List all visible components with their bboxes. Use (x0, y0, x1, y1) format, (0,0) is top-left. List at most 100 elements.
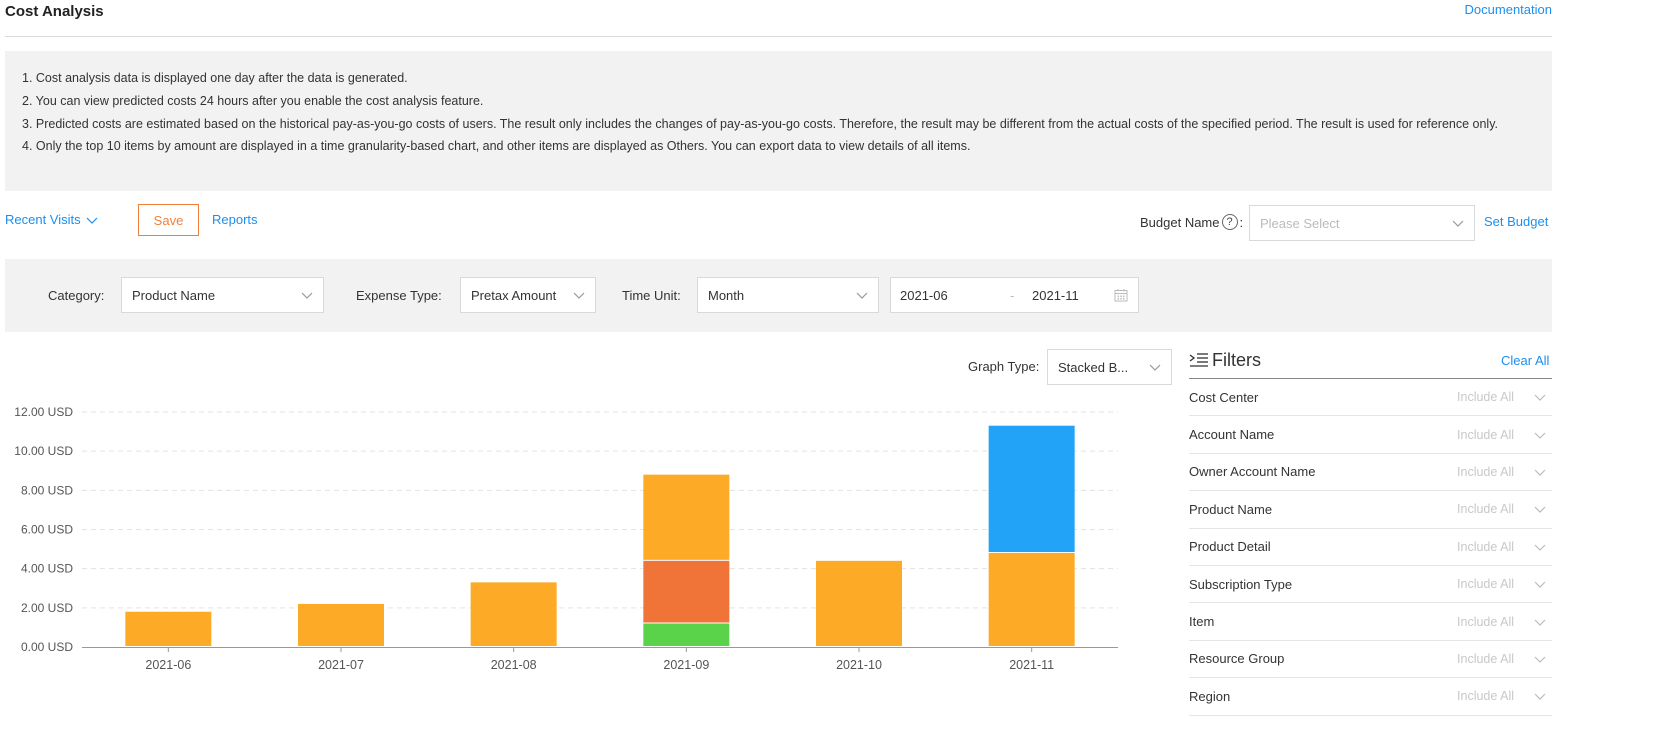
filter-list-icon (1189, 352, 1208, 367)
graph-type-select[interactable]: Stacked B... (1047, 349, 1172, 385)
chevron-down-icon (1534, 581, 1546, 589)
graph-type-value: Stacked B... (1058, 359, 1129, 375)
filter-row-resource-group[interactable]: Resource Group Include All (1189, 641, 1552, 679)
filter-name: Item (1189, 614, 1215, 630)
bar-segment[interactable] (988, 553, 1075, 646)
chevron-down-icon (1534, 469, 1546, 476)
chevron-down-icon (1534, 432, 1546, 439)
notice-line: 2. You can view predicted costs 24 hours… (22, 93, 484, 108)
date-separator: - (1010, 287, 1015, 303)
filter-row-product-name[interactable]: Product Name Include All (1189, 491, 1552, 529)
filter-name: Subscription Type (1189, 576, 1293, 592)
filter-value: Include All (1457, 614, 1514, 629)
chevron-down-icon (856, 292, 868, 299)
filter-name: Owner Account Name (1189, 464, 1316, 480)
bar-segment[interactable] (470, 582, 557, 646)
calendar-icon[interactable] (1114, 288, 1128, 302)
clear-all-link[interactable]: Clear All (1501, 353, 1549, 368)
time-unit-select[interactable]: Month (697, 277, 879, 313)
y-tick-label: 2.00 USD (21, 601, 73, 615)
expense-type-value: Pretax Amount (471, 287, 557, 303)
notice-panel: 1. Cost analysis data is displayed one d… (5, 51, 1552, 191)
x-tick-label: 2021-09 (663, 658, 709, 672)
filter-value: Include All (1457, 390, 1514, 405)
bar-segment[interactable] (643, 474, 730, 560)
filter-value: Include All (1457, 464, 1514, 479)
reports-link[interactable]: Reports (212, 212, 258, 227)
y-tick-label: 4.00 USD (21, 562, 73, 576)
chevron-down-icon (1452, 220, 1464, 227)
recent-visits-label: Recent Visits (5, 212, 81, 227)
y-tick-label: 6.00 USD (21, 523, 73, 537)
filter-name: Product Detail (1189, 539, 1271, 555)
set-budget-link[interactable]: Set Budget (1484, 214, 1548, 229)
x-tick-label: 2021-11 (1009, 658, 1054, 672)
notice-line: 1. Cost analysis data is displayed one d… (22, 71, 408, 85)
bar-segment[interactable] (125, 611, 212, 646)
filter-name: Cost Center (1189, 389, 1259, 405)
filter-value: Include All (1457, 539, 1514, 554)
filters-heading: Filters (1212, 350, 1261, 370)
date-end[interactable]: 2021-11 (1032, 288, 1114, 303)
x-tick-label: 2021-08 (491, 658, 537, 672)
category-value: Product Name (132, 287, 216, 303)
bar-segment[interactable] (298, 603, 384, 646)
budget-name-label: Budget Name ?: (1140, 214, 1244, 230)
chevron-down-icon (1534, 544, 1546, 551)
filter-row-subscription-type[interactable]: Subscription Type Include All (1189, 566, 1552, 604)
x-tick-label: 2021-06 (145, 658, 191, 672)
time-unit-label: Time Unit: (622, 288, 681, 303)
filter-name: Region (1189, 688, 1231, 704)
y-tick-label: 10.00 USD (14, 444, 73, 458)
filter-value: Include All (1457, 502, 1514, 517)
expense-type-select[interactable]: Pretax Amount (460, 277, 596, 313)
filter-value: Include All (1457, 577, 1514, 592)
filters-title: Filters (1189, 350, 1261, 371)
chevron-down-icon (1534, 693, 1546, 701)
filter-value: Include All (1457, 651, 1514, 666)
chevron-down-icon (1534, 506, 1546, 514)
y-tick-label: 12.00 USD (14, 405, 73, 419)
filter-row-cost-center[interactable]: Cost Center Include All (1189, 379, 1552, 417)
filter-name: Product Name (1189, 501, 1273, 517)
filter-row-account-name[interactable]: Account Name Include All (1189, 416, 1552, 454)
y-tick-label: 8.00 USD (21, 483, 73, 497)
chevron-down-icon (1534, 656, 1546, 663)
filter-name: Resource Group (1189, 651, 1285, 667)
bar-segment[interactable] (816, 560, 902, 646)
filter-name: Account Name (1189, 427, 1275, 443)
help-icon[interactable]: ? (1221, 214, 1238, 230)
documentation-link[interactable]: Documentation (1465, 2, 1552, 17)
budget-name-text: Budget Name (1140, 214, 1220, 230)
bar-segment[interactable] (643, 560, 730, 623)
bar-segment[interactable] (643, 623, 730, 647)
title-divider (5, 36, 1552, 37)
budget-name-select[interactable]: Please Select (1249, 205, 1475, 241)
x-tick-label: 2021-10 (836, 658, 882, 672)
category-label: Category: (48, 288, 105, 303)
chevron-down-icon (1149, 364, 1161, 371)
save-button[interactable]: Save (138, 204, 199, 236)
date-range-picker[interactable]: 2021-06 - 2021-11 (890, 277, 1139, 313)
graph-type-label: Graph Type: (968, 359, 1040, 374)
category-select[interactable]: Product Name (121, 277, 324, 313)
expense-type-label: Expense Type: (356, 288, 442, 303)
cost-bar-chart: 12.00 USD 10.00 USD 8.00 USD 6.00 USD 4.00 U… (14, 405, 1118, 672)
date-start[interactable]: 2021-06 (900, 288, 1010, 303)
chevron-down-icon (1534, 394, 1546, 402)
time-unit-value: Month (708, 287, 745, 303)
filter-row-owner-account-name[interactable]: Owner Account Name Include All (1189, 454, 1552, 492)
page-title: Cost Analysis (5, 3, 104, 20)
filter-value: Include All (1457, 689, 1514, 704)
filter-row-product-detail[interactable]: Product Detail Include All (1189, 529, 1552, 566)
chevron-down-icon (86, 217, 98, 224)
recent-visits-dropdown[interactable]: Recent Visits (5, 212, 98, 227)
chevron-down-icon (573, 292, 585, 299)
y-tick-label: 0.00 USD (21, 640, 73, 654)
notice-line: 4. Only the top 10 items by amount are d… (22, 139, 971, 154)
bar-segment[interactable] (988, 425, 1075, 552)
filter-row-region[interactable]: Region Include All (1189, 678, 1552, 716)
budget-select-placeholder: Please Select (1260, 215, 1340, 231)
chevron-down-icon (301, 292, 313, 299)
filter-row-item[interactable]: Item Include All (1189, 603, 1552, 641)
